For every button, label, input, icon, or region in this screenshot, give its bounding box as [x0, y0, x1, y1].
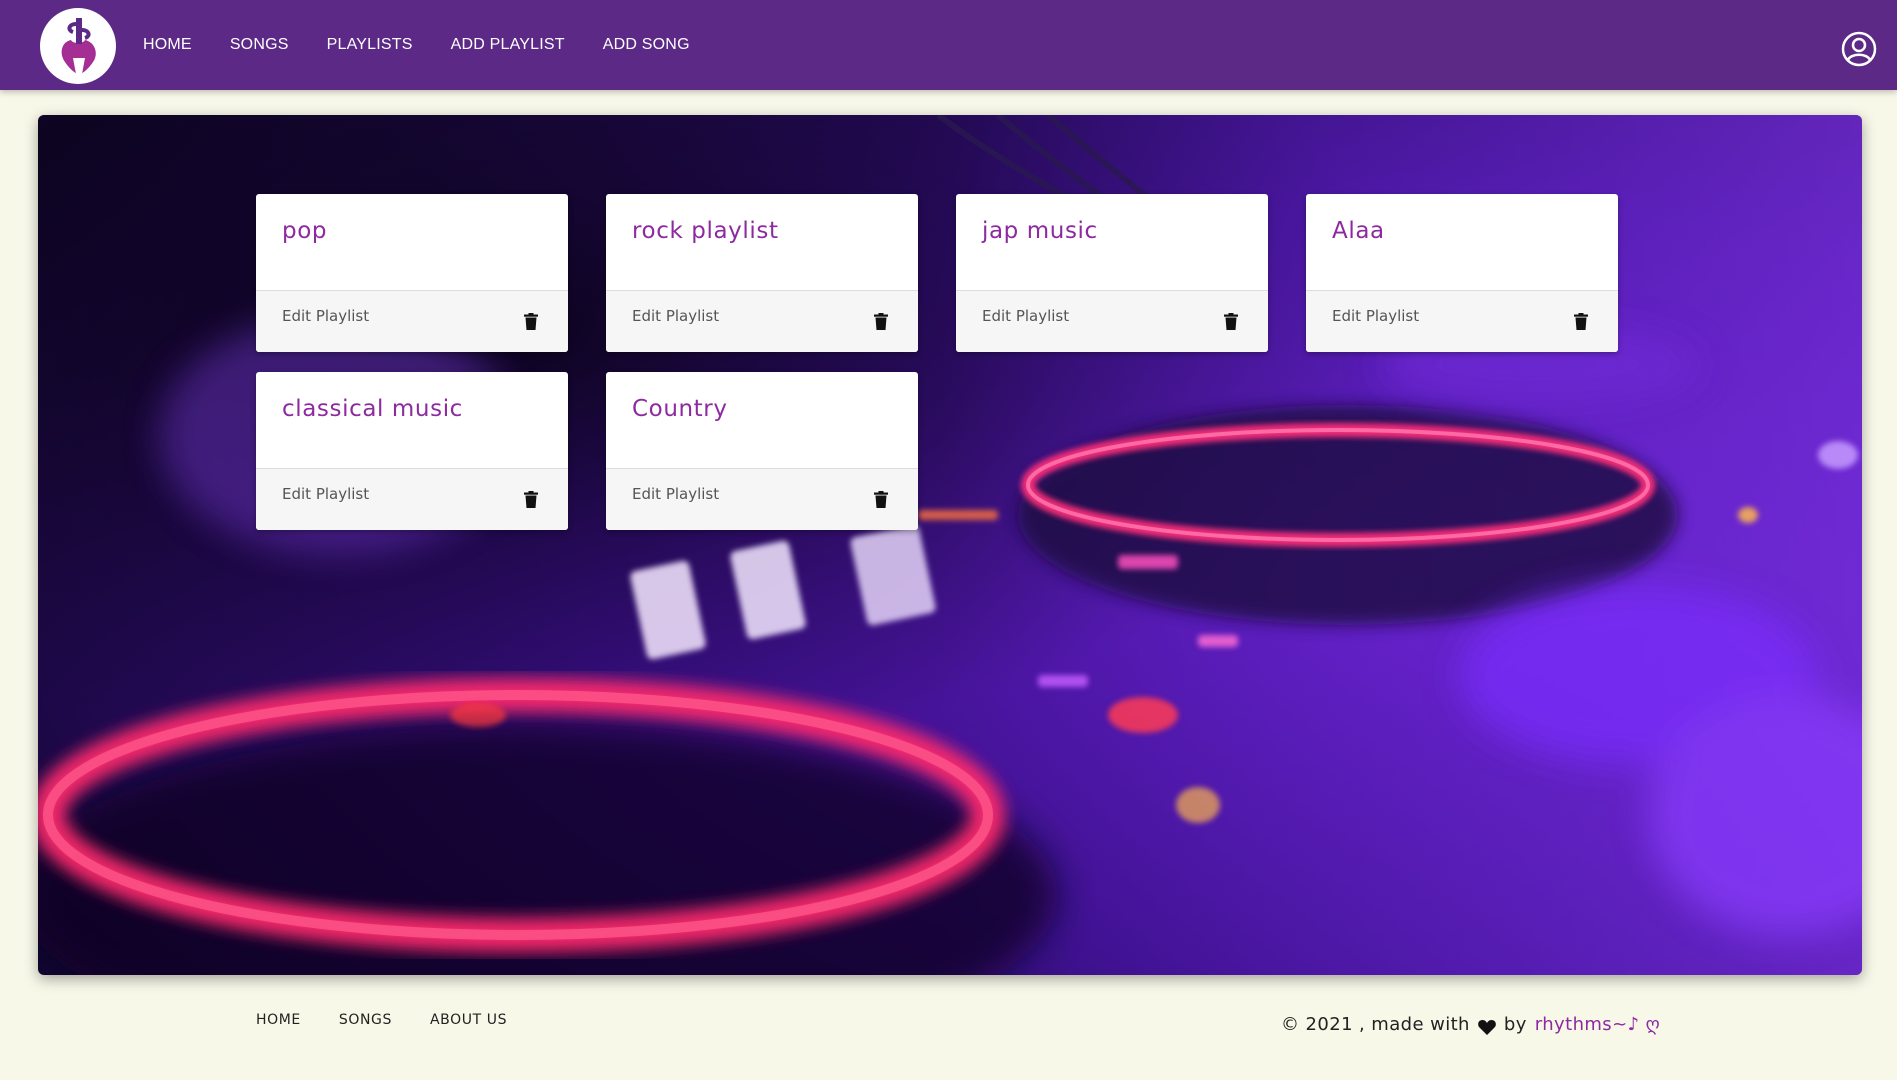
playlist-title[interactable]: classical music: [282, 396, 463, 422]
nav-add-song[interactable]: ADD SONG: [584, 36, 709, 54]
footer-about-link[interactable]: ABOUT US: [430, 1012, 507, 1028]
footer-songs-link[interactable]: SONGS: [339, 1012, 392, 1028]
trash-icon[interactable]: [1574, 313, 1588, 330]
user-circle-icon: [1841, 31, 1877, 67]
playlist-card[interactable]: Country Edit Playlist: [606, 372, 918, 530]
card-footer: Edit Playlist: [256, 468, 568, 530]
logo[interactable]: [40, 8, 116, 84]
edit-playlist-link[interactable]: Edit Playlist: [632, 485, 719, 503]
playlist-card[interactable]: jap music Edit Playlist: [956, 194, 1268, 352]
guitar-logo-icon: [61, 18, 96, 74]
nav-add-playlist[interactable]: ADD PLAYLIST: [432, 36, 584, 54]
top-navbar: HOME SONGS PLAYLISTS ADD PLAYLIST ADD SO…: [0, 0, 1897, 90]
copyright-by: by: [1503, 1014, 1527, 1035]
footer-nav: HOME SONGS ABOUT US: [256, 1012, 545, 1028]
playlist-card[interactable]: pop Edit Playlist: [256, 194, 568, 352]
playlist-card[interactable]: rock playlist Edit Playlist: [606, 194, 918, 352]
nav-songs[interactable]: SONGS: [211, 36, 308, 54]
edit-playlist-link[interactable]: Edit Playlist: [282, 307, 369, 325]
nav-playlists[interactable]: PLAYLISTS: [308, 36, 432, 54]
playlist-title[interactable]: pop: [282, 218, 327, 244]
trash-icon[interactable]: [524, 491, 538, 508]
card-footer: Edit Playlist: [606, 290, 918, 352]
playlist-card[interactable]: Alaa Edit Playlist: [1306, 194, 1618, 352]
trash-icon[interactable]: [524, 313, 538, 330]
brand-link[interactable]: rhythms~♪ ღ: [1535, 1014, 1660, 1035]
trash-icon[interactable]: [874, 313, 888, 330]
trash-icon[interactable]: [1224, 313, 1238, 330]
playlist-title[interactable]: Alaa: [1332, 218, 1385, 244]
edit-playlist-link[interactable]: Edit Playlist: [982, 307, 1069, 325]
trash-icon[interactable]: [874, 491, 888, 508]
edit-playlist-link[interactable]: Edit Playlist: [1332, 307, 1419, 325]
profile-button[interactable]: [1841, 31, 1877, 67]
main-nav: HOME SONGS PLAYLISTS ADD PLAYLIST ADD SO…: [124, 0, 709, 90]
card-footer: Edit Playlist: [606, 468, 918, 530]
card-footer: Edit Playlist: [956, 290, 1268, 352]
card-footer: Edit Playlist: [256, 290, 568, 352]
copyright: © 2021 , made with by rhythms~♪ ღ: [1281, 1014, 1660, 1035]
nav-home[interactable]: HOME: [124, 36, 211, 54]
playlist-title[interactable]: rock playlist: [632, 218, 779, 244]
card-footer: Edit Playlist: [1306, 290, 1618, 352]
playlists-panel: pop Edit Playlist rock playlist Edit Pla…: [38, 115, 1862, 975]
edit-playlist-link[interactable]: Edit Playlist: [632, 307, 719, 325]
playlist-card[interactable]: classical music Edit Playlist: [256, 372, 568, 530]
heart-icon: [1478, 1019, 1496, 1035]
playlist-title[interactable]: jap music: [982, 218, 1098, 244]
edit-playlist-link[interactable]: Edit Playlist: [282, 485, 369, 503]
footer-home-link[interactable]: HOME: [256, 1012, 301, 1028]
copyright-text: © 2021 , made with: [1281, 1014, 1470, 1035]
playlist-title[interactable]: Country: [632, 396, 728, 422]
